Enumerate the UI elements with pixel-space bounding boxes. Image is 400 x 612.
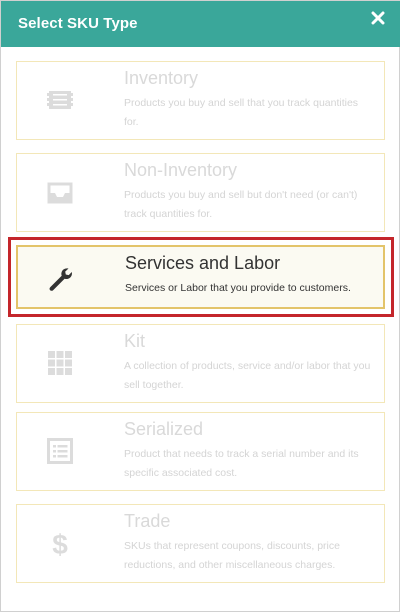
sku-option-description: SKUs that represent coupons, discounts, … xyxy=(124,540,340,571)
wrench-icon xyxy=(46,265,74,293)
close-icon xyxy=(371,11,387,25)
sku-option-serialized[interactable]: Serialized Product that needs to track a… xyxy=(16,412,385,491)
sku-option-title: Inventory xyxy=(124,68,199,88)
svg-text:$: $ xyxy=(52,529,68,557)
dialog-title: Select SKU Type xyxy=(18,15,138,32)
tray-icon xyxy=(46,178,74,206)
sku-option-description: Products you buy and sell that you track… xyxy=(124,97,359,128)
select-sku-type-dialog: Select SKU Type Inventory Products you b… xyxy=(0,0,400,612)
sku-option-title: Services and Labor xyxy=(125,253,281,273)
sku-option-title: Kit xyxy=(124,331,146,351)
list-icon xyxy=(46,437,74,465)
sku-option-kit[interactable]: Kit A collection of products, service an… xyxy=(16,324,385,403)
sku-option-title: Serialized xyxy=(124,419,204,439)
sku-option-non-inventory[interactable]: Non-Inventory Products you buy and sell … xyxy=(16,153,385,232)
sku-option-trade[interactable]: $ Trade SKUs that represent coupons, dis… xyxy=(16,504,385,583)
dialog-header: Select SKU Type xyxy=(1,1,400,47)
sku-option-title: Non-Inventory xyxy=(124,160,238,180)
barcode-icon xyxy=(46,86,74,114)
sku-option-description: Product that needs to track a serial num… xyxy=(124,448,359,479)
dollar-icon: $ xyxy=(46,529,74,557)
sku-option-inventory[interactable]: Inventory Products you buy and sell that… xyxy=(16,61,385,140)
sku-option-description: Products you buy and sell but don't need… xyxy=(124,189,358,220)
sku-option-services-and-labor[interactable]: Services and Labor Services or Labor tha… xyxy=(16,245,385,309)
grid-icon xyxy=(46,349,74,377)
sku-option-description: A collection of products, service and/or… xyxy=(124,360,371,391)
sku-option-title: Trade xyxy=(124,511,171,531)
close-button[interactable] xyxy=(371,11,387,29)
sku-option-description: Services or Labor that you provide to cu… xyxy=(125,282,351,294)
